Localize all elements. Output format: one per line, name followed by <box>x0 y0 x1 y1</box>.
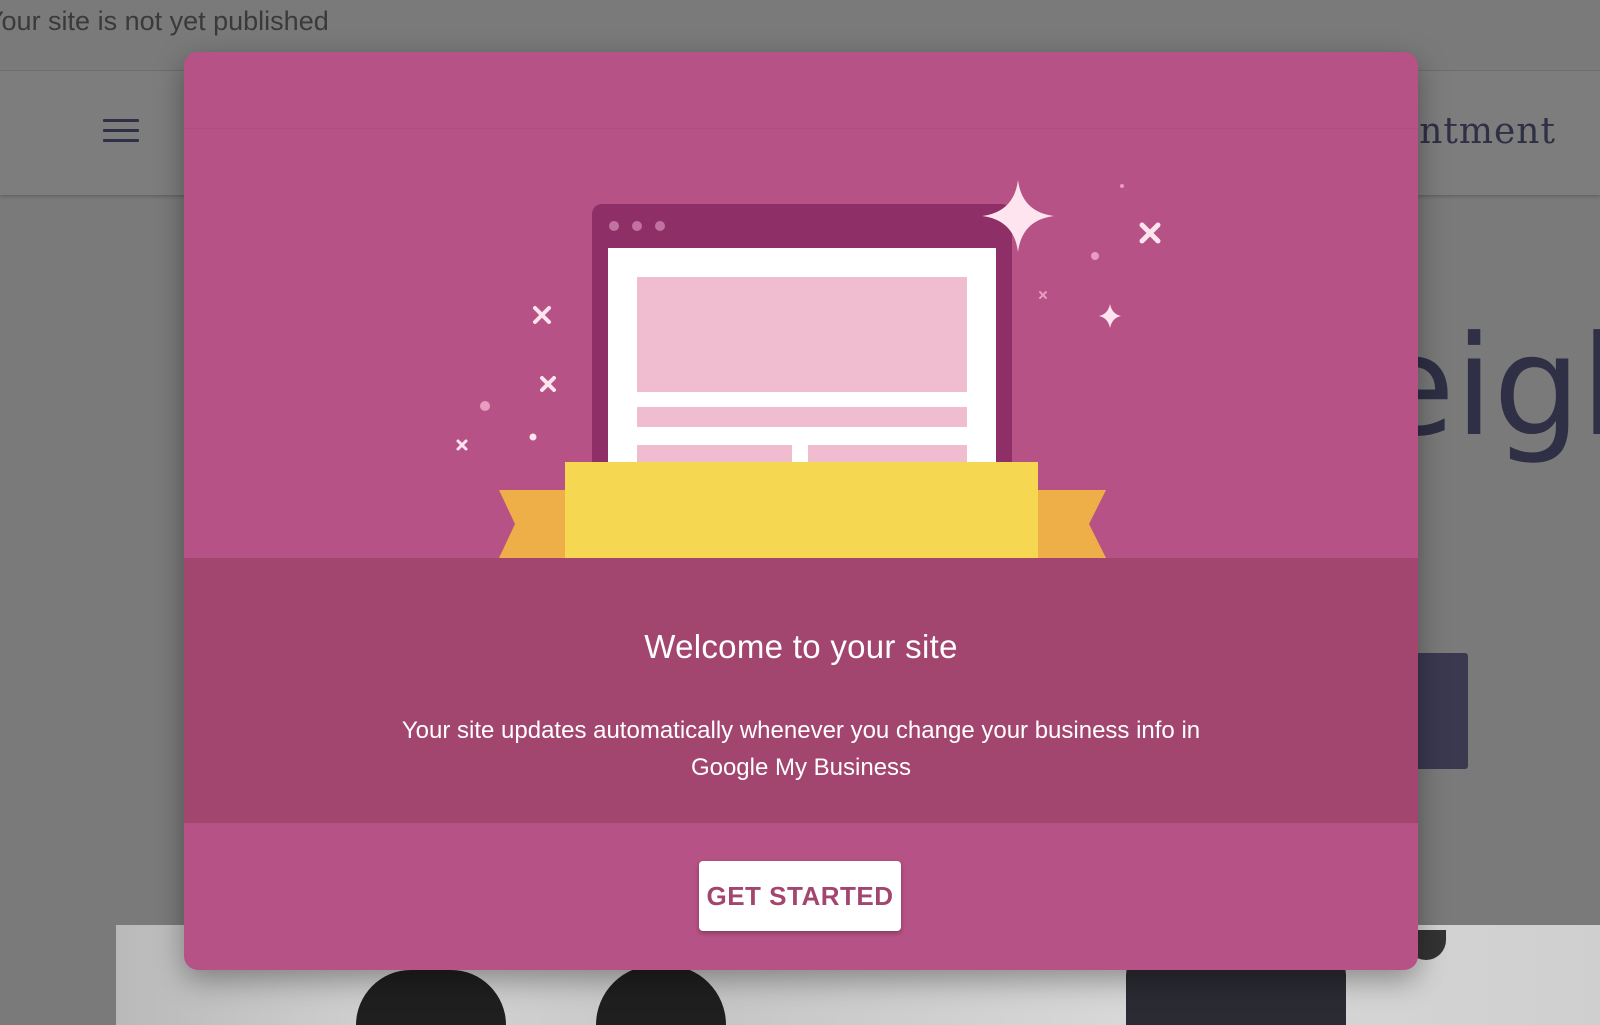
sparkle-dot <box>1120 184 1124 188</box>
sparkle-dot <box>529 433 537 441</box>
dialog-description: Your site updates automatically whenever… <box>401 717 1201 781</box>
get-started-button[interactable]: GET STARTED <box>699 861 901 931</box>
hamburger-menu-icon[interactable] <box>103 119 139 143</box>
window-dot <box>655 221 665 231</box>
window-dot <box>609 221 619 231</box>
sparkle-cross <box>540 376 556 392</box>
welcome-dialog: Welcome to your site Your site updates a… <box>184 52 1418 970</box>
sparkle-cross <box>1139 222 1161 244</box>
dialog-title: Welcome to your site <box>644 628 958 665</box>
sparkle-cross <box>533 306 551 324</box>
window-dot <box>632 221 642 231</box>
banner <box>565 462 1038 558</box>
sparkle-small <box>1099 304 1121 328</box>
content-block-bar <box>637 407 967 427</box>
content-block-large <box>637 277 967 392</box>
sparkle-dot <box>480 401 490 411</box>
publish-status-text: Your site is not yet published <box>0 6 329 36</box>
sparkle-cross <box>1039 291 1047 299</box>
sparkle-cross <box>456 439 468 451</box>
sparkle-dot <box>1091 252 1099 260</box>
website-illustration <box>456 180 1161 558</box>
